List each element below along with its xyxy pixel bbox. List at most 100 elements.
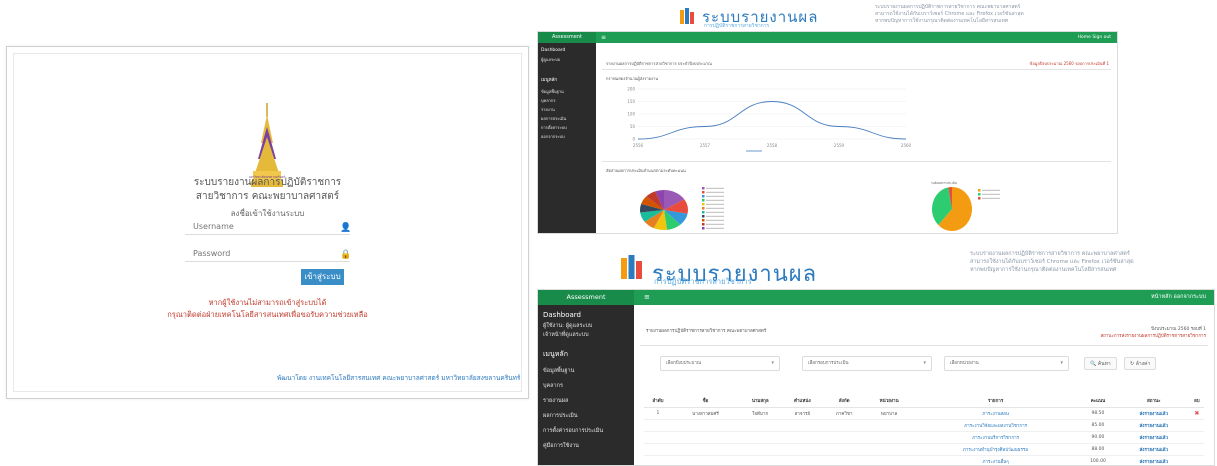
report-topbar-links[interactable]: หน้าหลัก ออกจากระบบ [1151, 290, 1206, 305]
report-header-text: รายงานผลการปฏิบัติราชการสายวิชาการ คณะพย… [646, 329, 767, 334]
sidebar-item-1[interactable]: ข้อมูลพื้นฐาน [543, 367, 574, 375]
note-bottom-line2: สามารถใช้งานได้กับเบราว์เซอร์ Chrome และ… [970, 259, 1134, 265]
dashboard-main: รายงานผลการปฏิบัติราชการสายวิชาการ ประจำ… [596, 43, 1117, 233]
filter-year-select[interactable]: เลือกปีงบประมาณ ▾ [660, 356, 780, 371]
column-header: รายการ [913, 395, 1079, 408]
sidebar-item-6[interactable]: คู่มือการใช้งาน [543, 442, 579, 450]
x-tick-label: 2559 [834, 143, 845, 148]
legend-entry [706, 219, 724, 221]
sidebar-header-dashboard[interactable]: Dashboard [541, 48, 565, 53]
report-sidebar: Dashboard ผู้ใช้งาน: ผู้ดูแลระบบ เจ้าหน้… [538, 305, 634, 465]
legend-entry [982, 197, 1000, 199]
legend-entry [706, 187, 724, 189]
table-cell [781, 443, 824, 456]
table-cell: ภาควิชา [823, 407, 866, 420]
report-topbar: Assessment ≡ หน้าหลัก ออกจากระบบ [538, 290, 1214, 305]
table-cell[interactable]: ภาระงานบริการวิชาการ [913, 431, 1079, 444]
y-tick-label: 200 [627, 87, 635, 92]
legend-entry [706, 207, 724, 209]
sidebar-item-3[interactable]: รายงาน [541, 106, 555, 113]
note-top-line3: หากพบปัญหาการใช้งานกรุณาติดต่องานเทคโนโล… [875, 18, 1009, 24]
pie-chart-2 [932, 187, 1000, 231]
sidebar-item-3[interactable]: รายงานผล [543, 397, 568, 405]
table-cell [671, 419, 740, 432]
login-footer-link[interactable]: พัฒนาโดย งานเทคโนโลยีสารสนเทศ คณะพยาบาลศ… [277, 373, 520, 383]
note-bottom-line1: ระบบรายงานผลการปฏิบัติราชการสายวิชาการ ค… [970, 251, 1130, 257]
table-cell[interactable]: ภาระงานวิจัยและผลงานวิชาการ [913, 419, 1079, 432]
login-button[interactable]: เข้าสู่ระบบ [301, 269, 344, 285]
search-button[interactable]: 🔍 ค้นหา [1084, 357, 1117, 370]
table-cell[interactable]: ภาระงานสอน [913, 407, 1079, 420]
legend-swatch [978, 193, 981, 196]
table-row: ภาระงานวิจัยและผลงานวิชาการ 85.00 ส่งรายงา… [644, 419, 1204, 432]
sidebar-item-4[interactable]: ผลการประเมิน [543, 412, 578, 420]
sidebar-item-4[interactable]: ผลการประเมิน [541, 115, 566, 122]
username-input[interactable] [185, 218, 350, 235]
legend-swatch [702, 219, 705, 222]
line-chart: 0 50 100 150 200 2556 2557 2558 2559 2560 [627, 87, 912, 152]
note-bottom: ระบบรายงานผลการปฏิบัติราชการสายวิชาการ ค… [970, 250, 1134, 274]
reset-button[interactable]: ↻ ล้างค่า [1124, 357, 1157, 370]
legend-swatch [702, 195, 705, 198]
table-cell: อาจารย์ [781, 407, 824, 420]
filter-year-label: เลือกปีงบประมาณ [666, 361, 701, 366]
dashboard-topbar-links[interactable]: Home Sign out [1078, 32, 1111, 43]
sidebar-item-2[interactable]: บุคลากร [541, 97, 555, 104]
sidebar-header-dashboard[interactable]: Dashboard [543, 311, 581, 319]
login-warning-line2: กรุณาติดต่อฝ่ายเทคโนโลยีสารสนเทศเพื่อขอร… [167, 310, 368, 319]
sidebar-item-6[interactable]: ออกจากระบบ [541, 133, 565, 140]
column-header: ลำดับ [644, 395, 672, 408]
sidebar-user-line: ผู้ใช้งาน: ผู้ดูแลระบบ [543, 323, 593, 329]
user-icon: 👤 [340, 223, 352, 233]
sidebar-item-1[interactable]: ข้อมูลพื้นฐาน [541, 88, 564, 95]
menu-toggle-icon[interactable]: ≡ [601, 32, 606, 43]
dashboard-window: Assessment ≡ Home Sign out Dashboard ผู้… [537, 31, 1118, 234]
table-cell [644, 419, 672, 432]
brand-mark-icon [680, 8, 694, 24]
y-tick-label: 150 [627, 99, 635, 104]
brand-mark-icon [621, 255, 642, 279]
legend-entry [982, 189, 1000, 191]
table-cell: 88.00 [1078, 443, 1118, 456]
column-header: สังกัด [823, 395, 866, 408]
legend-swatch [702, 207, 705, 210]
table-header-row: ลำดับ ชื่อ นามสกุล ตำแหน่ง สังกัด หน่วยงาน ราย… [644, 395, 1204, 408]
table-cell [823, 443, 866, 456]
sidebar-item-2[interactable]: บุคลากร [543, 382, 563, 390]
table-cell[interactable]: ส่งรายงานแล้ว [1117, 407, 1190, 420]
table-cell [823, 455, 866, 465]
table-cell[interactable]: ภาระงานทำนุบำรุงศิลปวัฒนธรรม [913, 443, 1079, 456]
table-cell[interactable]: ส่งรายงานแล้ว [1117, 431, 1190, 444]
brand-sub-bottom: การปฏิบัติราชการสายวิชาการ [654, 277, 752, 286]
table-cell: นางสาวสมศรี [671, 407, 740, 420]
x-tick-label: 2560 [901, 143, 912, 148]
legend-entry [706, 203, 724, 205]
sidebar-item-5[interactable]: การตั้งค่ารอบการประเมิน [543, 427, 603, 435]
column-header: ตำแหน่ง [781, 395, 824, 408]
delete-icon[interactable]: ✖ [1189, 407, 1204, 420]
sidebar-item-5[interactable]: การตั้งค่าระบบ [541, 124, 567, 131]
menu-toggle-icon[interactable]: ≡ [644, 290, 650, 305]
table-cell[interactable]: ส่งรายงานแล้ว [1117, 419, 1190, 432]
filter-round-select[interactable]: เลือกรอบการประเมิน ▾ [802, 356, 932, 371]
login-panel: มหาวิทยาลัยสงขลานครินทร์ ระบบรายงานผลการ… [6, 46, 529, 399]
column-header: ลบ [1189, 395, 1204, 408]
table-cell [671, 431, 740, 444]
legend-entry [706, 191, 724, 193]
table-row: ภาระงานอื่นๆ 100.00 ส่งรายงานแล้ว [644, 455, 1204, 465]
chevron-down-icon: ▾ [1060, 360, 1063, 366]
table-cell[interactable]: ส่งรายงานแล้ว [1117, 455, 1190, 465]
sidebar-user-role: เจ้าหน้าที่ดูแลระบบ [543, 332, 589, 338]
filter-unit-select[interactable]: เลือกหน่วยงาน ▾ [944, 356, 1069, 371]
legend-entry [706, 223, 724, 225]
legend-swatch [702, 191, 705, 194]
column-header: คะแนน [1078, 395, 1118, 408]
report-window: Assessment ≡ หน้าหลัก ออกจากระบบ Dashboa… [537, 289, 1215, 466]
chart2-title: สัดส่วนผลการประเมินจำแนกตามระดับคะแนน [606, 168, 686, 173]
report-app-name[interactable]: Assessment [538, 290, 634, 305]
table-cell[interactable]: ส่งรายงานแล้ว [1117, 443, 1190, 456]
table-cell[interactable]: ภาระงานอื่นๆ [913, 455, 1079, 465]
table-cell [781, 455, 824, 465]
password-input[interactable] [185, 245, 350, 262]
dashboard-app-name[interactable]: Assessment [538, 32, 596, 43]
